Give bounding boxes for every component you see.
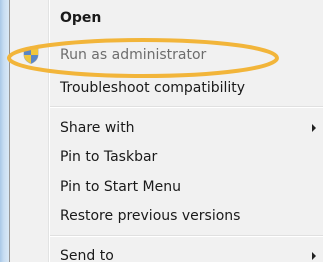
- menu-item-pin-to-taskbar[interactable]: Pin to Taskbar: [10, 145, 323, 169]
- menu-item-pin-to-start-menu[interactable]: Pin to Start Menu: [10, 175, 323, 199]
- uac-shield-icon: [23, 46, 39, 64]
- submenu-arrow-icon: [312, 124, 316, 132]
- menu-item-label: Troubleshoot compatibility: [60, 80, 246, 96]
- screenshot-stage: Open Run as administrator Troubleshoot c…: [0, 0, 323, 262]
- menu-item-share-with[interactable]: Share with: [10, 116, 323, 140]
- menu-item-label: Pin to Start Menu: [60, 179, 181, 195]
- menu-item-troubleshoot-compatibility[interactable]: Troubleshoot compatibility: [10, 76, 323, 100]
- menu-item-label: Send to: [60, 248, 114, 262]
- menu-item-label: Restore previous versions: [60, 208, 241, 224]
- menu-separator: [50, 235, 323, 237]
- menu-separator: [50, 106, 323, 108]
- submenu-arrow-icon: [312, 252, 316, 260]
- menu-item-label: Pin to Taskbar: [60, 149, 158, 165]
- menu-item-label: Run as administrator: [60, 47, 207, 63]
- window-frame-edge: [0, 0, 9, 262]
- menu-item-restore-previous-versions[interactable]: Restore previous versions: [10, 204, 323, 228]
- menu-item-run-as-administrator[interactable]: Run as administrator: [10, 43, 323, 67]
- context-menu: Open Run as administrator Troubleshoot c…: [9, 0, 323, 262]
- menu-item-send-to[interactable]: Send to: [10, 244, 323, 262]
- menu-item-open[interactable]: Open: [10, 6, 323, 30]
- menu-item-label: Share with: [60, 120, 135, 136]
- menu-item-label: Open: [60, 10, 102, 26]
